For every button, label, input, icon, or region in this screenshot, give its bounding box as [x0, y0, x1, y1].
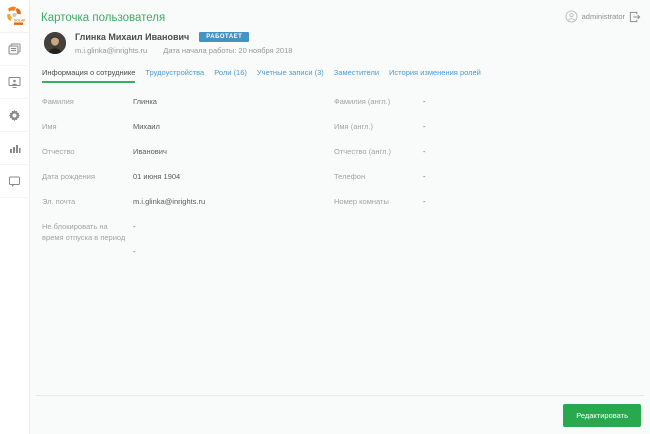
sidebar: SOLAR — [0, 0, 30, 434]
field-label: Номер комнаты — [334, 197, 389, 206]
field-value: - — [133, 222, 136, 231]
field-vacation-lock-end: - — [42, 247, 303, 272]
portrait-photo — [44, 32, 66, 54]
tab-employee-info[interactable]: Информация о сотруднике — [42, 68, 136, 83]
svg-text:SOLAR: SOLAR — [14, 19, 25, 23]
field-birthdate: Дата рождения 01 июня 1904 — [42, 172, 303, 197]
feedback-icon — [9, 176, 20, 187]
field-firstname-en: Имя (англ.) - — [334, 122, 634, 147]
field-middlename-en: Отчество (англ.) - — [334, 147, 634, 172]
user-profile-icon — [565, 10, 578, 23]
field-label: Имя (англ.) — [334, 122, 374, 131]
sidebar-item-reports[interactable] — [0, 132, 30, 165]
user-full-name: Глинка Михаил Иванович — [75, 32, 190, 42]
sidebar-item-feedback[interactable] — [0, 165, 30, 198]
logout-button[interactable] — [629, 11, 641, 23]
field-vacation-lock: Не блокировать на время отпуска в период… — [42, 222, 303, 247]
field-value: - — [423, 172, 426, 181]
user-start-date: Дата начала работы: 20 ноября 2018 — [163, 46, 293, 55]
field-phone: Телефон - — [334, 172, 634, 197]
status-badge: РАБОТАЕТ — [199, 32, 250, 42]
sidebar-item-user-cards[interactable] — [0, 33, 30, 66]
field-label: Телефон — [334, 172, 366, 181]
user-avatar — [44, 32, 66, 54]
field-value: - — [423, 147, 426, 156]
field-firstname: Имя Михаил — [42, 122, 303, 147]
monitor-user-icon — [8, 76, 21, 88]
field-label: Фамилия — [42, 97, 74, 106]
logout-icon — [629, 11, 641, 22]
field-label: Отчество — [42, 147, 75, 156]
field-label: Не блокировать на время отпуска в период — [42, 222, 126, 242]
tab-deputies[interactable]: Заместители — [334, 68, 379, 83]
field-value: 01 июня 1904 — [133, 172, 181, 181]
user-info: Глинка Михаил Иванович РАБОТАЕТ m.i.glin… — [75, 32, 292, 55]
edit-button[interactable]: Редактировать — [563, 403, 641, 427]
solar-logo-icon: SOLAR — [6, 6, 25, 25]
tab-roles[interactable]: Роли (16) — [214, 68, 247, 83]
field-label: Имя — [42, 122, 57, 131]
user-summary: Глинка Михаил Иванович РАБОТАЕТ m.i.glin… — [44, 32, 650, 55]
field-middlename: Отчество Иванович — [42, 147, 303, 172]
field-value: m.i.glinka@inrights.ru — [133, 197, 206, 206]
field-value: Глинка — [133, 97, 157, 106]
solar-logo[interactable]: SOLAR — [0, 0, 30, 33]
tab-role-history[interactable]: История изменения ролей — [389, 68, 481, 83]
field-room-number: Номер комнаты - — [334, 197, 634, 222]
employee-form: Фамилия Глинка Имя Михаил Отчество Ивано… — [42, 97, 650, 395]
field-value: - — [133, 247, 136, 256]
field-value: Иванович — [133, 147, 167, 156]
sidebar-item-settings[interactable] — [0, 99, 30, 132]
tabs-bar: Информация о сотруднике Трудоустройства … — [42, 68, 650, 83]
tab-accounts[interactable]: Учетные записи (3) — [257, 68, 324, 83]
footer-bar: Редактировать — [31, 396, 650, 434]
form-column-left: Фамилия Глинка Имя Михаил Отчество Ивано… — [42, 97, 303, 272]
page-title: Карточка пользователя — [41, 12, 166, 24]
field-value: - — [423, 97, 426, 106]
field-label: Отчество (англ.) — [334, 147, 392, 156]
form-column-right: Фамилия (англ.) - Имя (англ.) - Отчество… — [334, 97, 634, 222]
field-value: - — [423, 122, 426, 131]
field-label: Фамилия (англ.) — [334, 97, 391, 106]
topbar: administrator — [565, 10, 641, 23]
bar-chart-icon — [9, 145, 21, 153]
documents-icon — [8, 43, 21, 54]
main-content: administrator Карточка пользователя Глин… — [31, 0, 650, 434]
field-value: - — [423, 197, 426, 206]
settings-gear-icon — [8, 109, 21, 121]
field-email: Эл. почта m.i.glinka@inrights.ru — [42, 197, 303, 222]
user-email: m.i.glinka@inrights.ru — [75, 46, 148, 55]
tab-employments[interactable]: Трудоустройства — [145, 68, 204, 83]
field-value: Михаил — [133, 122, 160, 131]
field-lastname: Фамилия Глинка — [42, 97, 303, 122]
field-label: Дата рождения — [42, 172, 95, 181]
username-label: administrator — [581, 12, 625, 21]
field-label: Эл. почта — [42, 197, 76, 206]
field-lastname-en: Фамилия (англ.) - — [334, 97, 634, 122]
sidebar-item-accounts[interactable] — [0, 66, 30, 99]
